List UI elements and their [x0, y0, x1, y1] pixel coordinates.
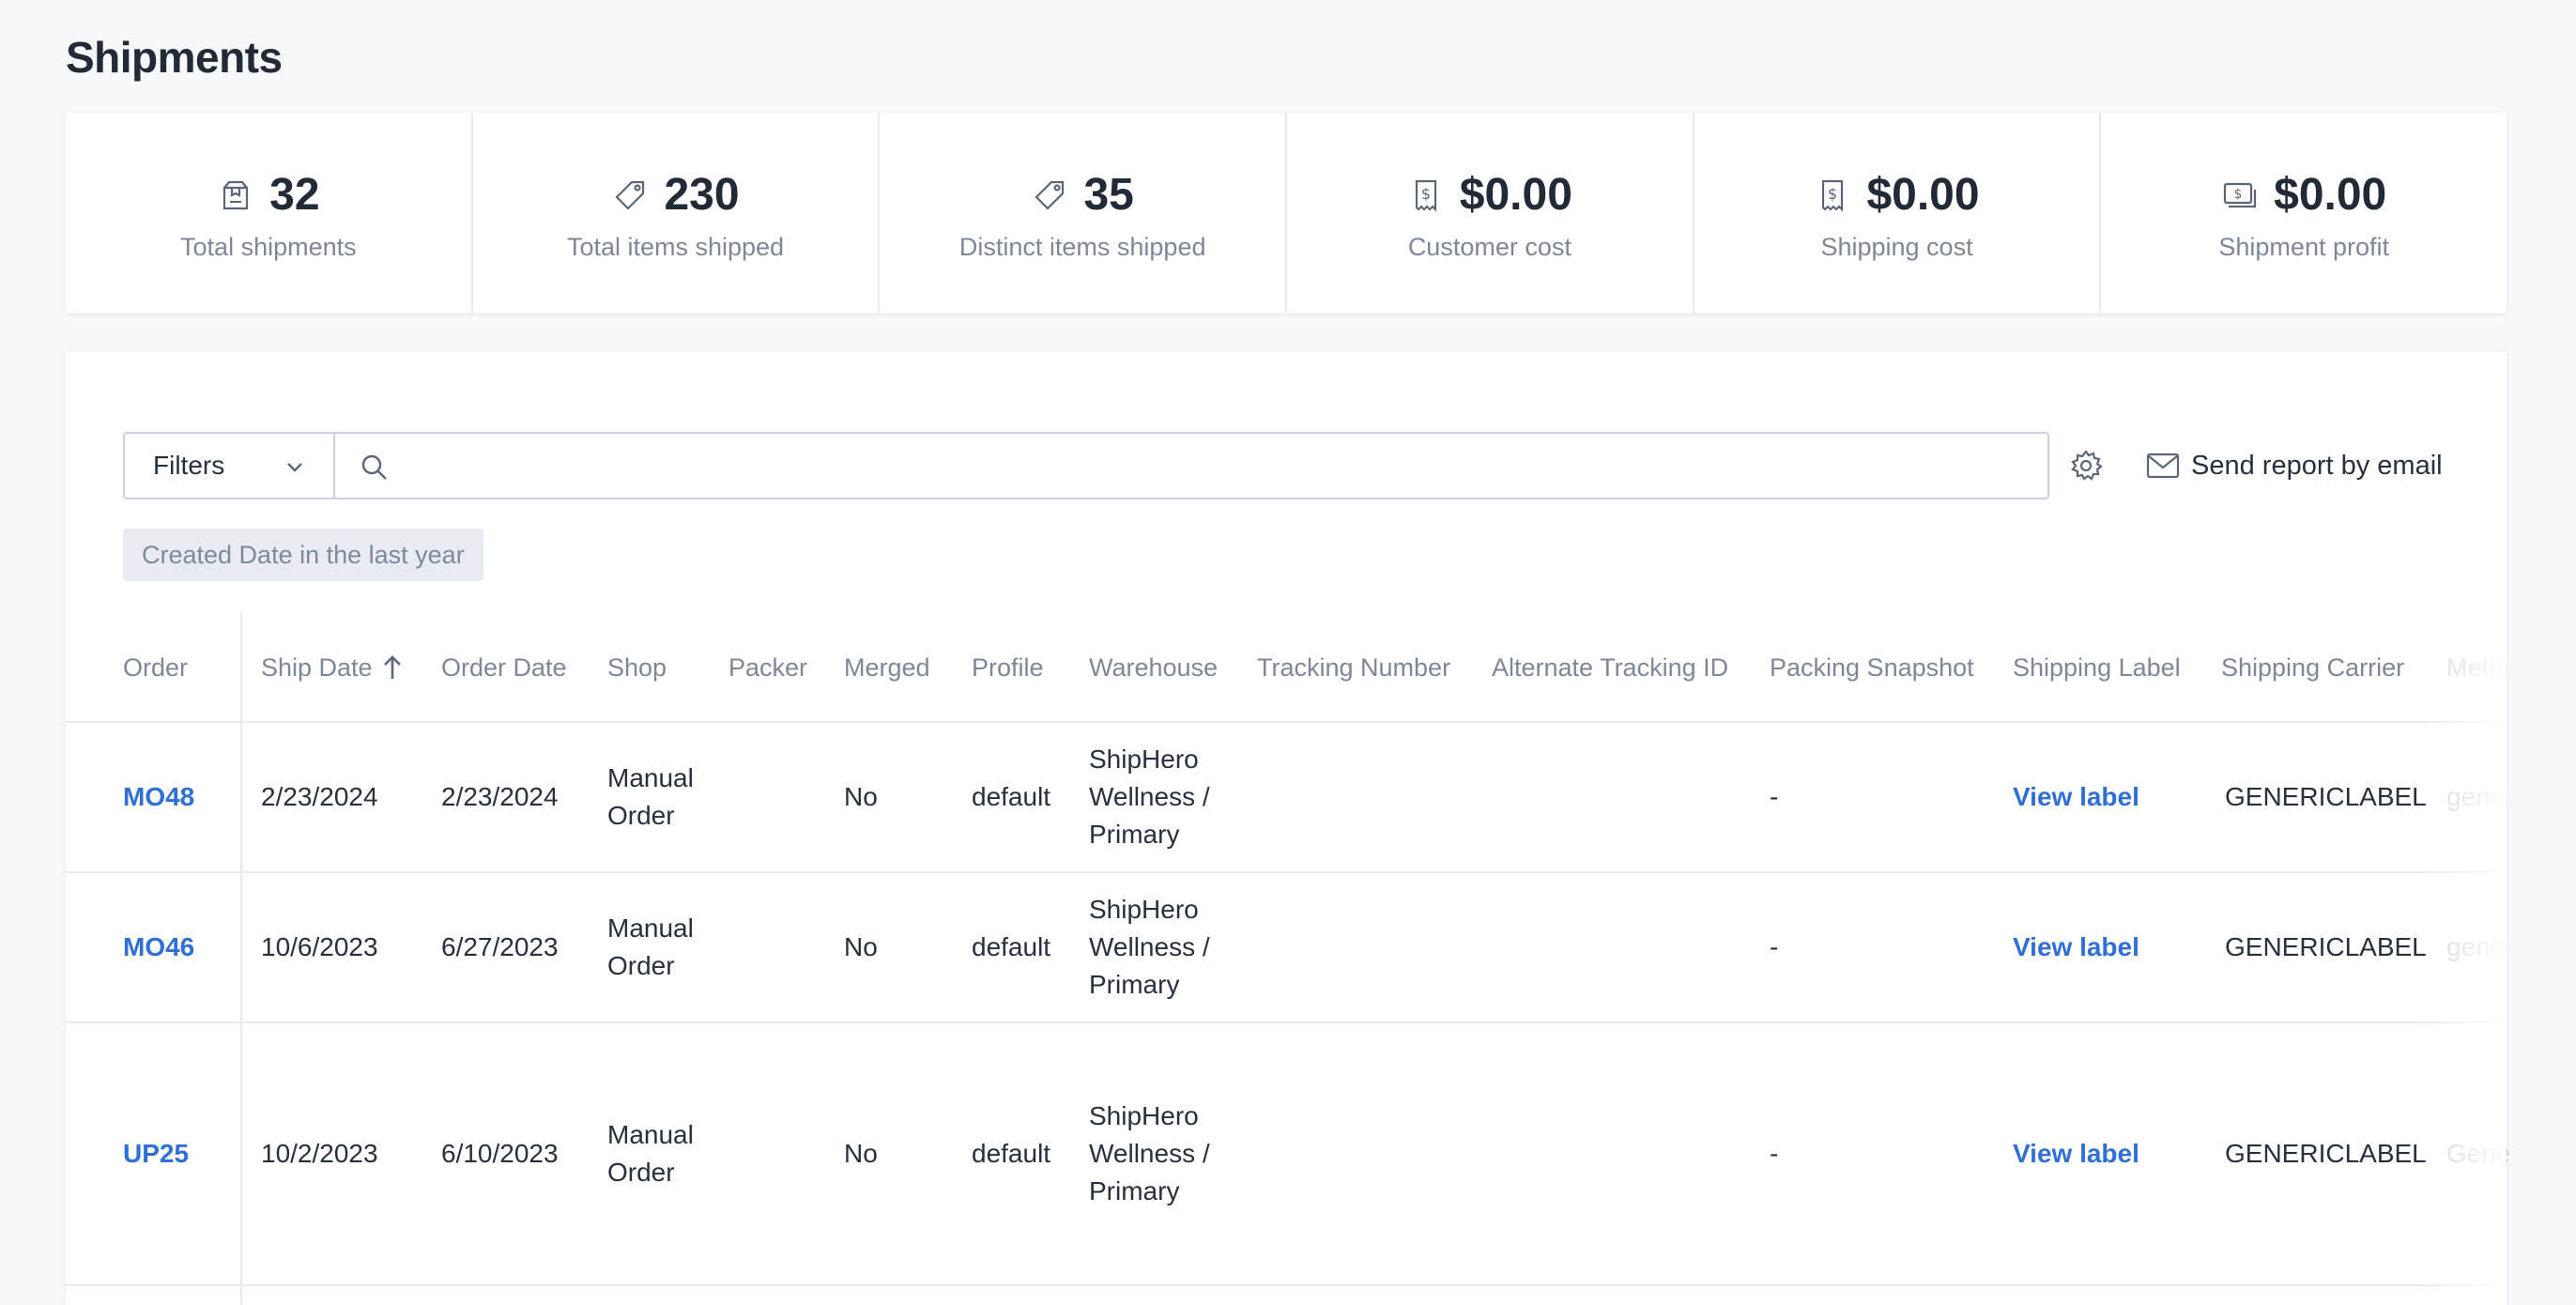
stat-shipping-cost: $ $0.00 Shipping cost [1694, 113, 2102, 314]
search-icon [361, 454, 387, 480]
column-header-packing-snapshot[interactable]: Packing Snapshot [1770, 612, 1974, 723]
merged-cell: No [844, 782, 878, 811]
package-icon [217, 177, 254, 214]
column-header-order-date[interactable]: Order Date [441, 612, 567, 723]
stat-value: $0.00 [1459, 170, 1572, 220]
shipments-panel: Filters Send report by email Created Dat… [66, 352, 2511, 1305]
packing-snapshot-cell: - [1770, 932, 1779, 961]
order-date-cell: 6/27/2023 [441, 932, 559, 961]
shop-cell: Manual Order [607, 1120, 694, 1187]
stat-value: 32 [269, 170, 320, 220]
stat-label: Customer cost [1407, 232, 1572, 261]
column-header-packer[interactable]: Packer [728, 612, 807, 723]
ship-date-cell: 10/6/2023 [261, 932, 378, 961]
profile-cell: default [972, 782, 1051, 811]
shipping-carrier-cell: GENERICLABEL [2225, 1139, 2427, 1168]
order-date-cell: 2/23/2024 [441, 782, 559, 811]
page-title: Shipments [66, 33, 283, 82]
order-link[interactable]: MO48 [123, 723, 194, 871]
stat-distinct-items-shipped: 35 Distinct items shipped [880, 113, 1288, 314]
merged-cell: No [844, 932, 878, 961]
svg-text:$: $ [2234, 187, 2243, 202]
column-header-shop[interactable]: Shop [607, 612, 667, 723]
column-header-profile[interactable]: Profile [972, 612, 1044, 723]
stat-label: Total items shipped [566, 232, 785, 261]
stat-value: 230 [664, 170, 740, 220]
ship-date-cell: 2/23/2024 [261, 782, 378, 811]
ship-date-cell: 10/2/2023 [261, 1139, 378, 1168]
svg-text:$: $ [1828, 185, 1837, 203]
tag-icon [1031, 177, 1068, 214]
stat-value: $0.00 [1866, 170, 1980, 220]
view-label-link[interactable]: View label [2013, 873, 2139, 1021]
stat-customer-cost: $ $0.00 Customer cost [1287, 113, 1694, 314]
stat-total-shipments: 32 Total shipments [66, 113, 473, 314]
column-header-order[interactable]: Order [123, 612, 188, 723]
table-row[interactable]: MO46 10/6/2023 6/27/2023 Manual Order No … [66, 873, 2507, 1023]
stat-label: Distinct items shipped [958, 232, 1206, 261]
packing-snapshot-cell: - [1770, 1139, 1779, 1168]
stat-shipment-profit: $ $0.00 Shipment profit [2101, 113, 2507, 314]
stat-total-items-shipped: 230 Total items shipped [473, 113, 881, 314]
method-cell: Gene [2446, 1139, 2511, 1168]
profile-cell: default [972, 1139, 1051, 1168]
stats-bar: 32 Total shipments 230 Total items shipp… [66, 113, 2507, 314]
receipt-dollar-icon: $ [1407, 177, 1445, 214]
shop-cell: Manual Order [607, 914, 694, 980]
table-row[interactable]: UP25 10/2/2023 6/10/2023 Manual Order No … [66, 1023, 2511, 1286]
stat-label: Shipping cost [1820, 232, 1973, 261]
gear-icon[interactable] [2069, 449, 2103, 483]
warehouse-cell: ShipHero Wellness / Primary [1089, 745, 1210, 849]
column-header-shipping-carrier[interactable]: Shipping Carrier [2221, 612, 2404, 723]
stat-label: Total shipments [180, 232, 357, 261]
stat-label: Shipment profit [2218, 232, 2389, 261]
view-label-link[interactable]: View label [2013, 723, 2139, 871]
tag-icon [611, 177, 649, 214]
mail-icon [2146, 453, 2180, 479]
search-box [333, 432, 2049, 499]
filters-dropdown[interactable]: Filters [123, 432, 335, 499]
method-cell: gene [2446, 932, 2506, 961]
shipping-carrier-cell: GENERICLABEL [2225, 782, 2427, 811]
filters-label: Filters [153, 451, 225, 480]
warehouse-cell: ShipHero Wellness / Primary [1089, 895, 1210, 999]
table-header: Order Ship Date Order Date Shop Packer M… [66, 612, 2507, 723]
merged-cell: No [844, 1139, 878, 1168]
column-header-alternate-tracking-id[interactable]: Alternate Tracking ID [1492, 612, 1728, 723]
chevron-down-icon [287, 463, 302, 472]
table-row[interactable]: MO48 2/23/2024 2/23/2024 Manual Order No … [66, 723, 2507, 873]
stat-value: $0.00 [2274, 170, 2387, 220]
view-label-link[interactable]: View label [2013, 1023, 2139, 1284]
order-link[interactable]: MO46 [123, 873, 194, 1021]
search-input[interactable] [401, 441, 2034, 490]
order-link[interactable]: UP25 [123, 1023, 189, 1284]
order-date-cell: 6/10/2023 [441, 1139, 559, 1168]
column-header-method[interactable]: Meth [2446, 612, 2503, 723]
packing-snapshot-cell: - [1770, 782, 1779, 811]
shipments-table: Order Ship Date Order Date Shop Packer M… [66, 612, 2511, 1286]
column-header-shipping-label[interactable]: Shipping Label [2013, 612, 2181, 723]
column-header-merged[interactable]: Merged [844, 612, 930, 723]
warehouse-cell: ShipHero Wellness / Primary [1089, 1101, 1210, 1205]
method-cell: gene [2446, 782, 2506, 811]
toolbar: Filters Send report by email [123, 432, 2507, 499]
sort-arrow-up-icon [383, 655, 401, 679]
cash-icon: $ [2221, 177, 2259, 214]
stat-value: 35 [1083, 170, 1134, 220]
column-header-ship-date[interactable]: Ship Date [261, 612, 405, 723]
active-filter-chip[interactable]: Created Date in the last year [123, 529, 483, 581]
column-header-warehouse[interactable]: Warehouse [1089, 612, 1218, 723]
svg-text:$: $ [1421, 185, 1431, 203]
column-header-tracking-number[interactable]: Tracking Number [1257, 612, 1450, 723]
profile-cell: default [972, 932, 1051, 961]
receipt-dollar-icon: $ [1814, 177, 1851, 214]
shipping-carrier-cell: GENERICLABEL [2225, 932, 2427, 961]
send-report-email-label: Send report by email [2191, 450, 2443, 481]
send-report-email-button[interactable]: Send report by email [2146, 432, 2443, 499]
sticky-column-divider [240, 612, 242, 1305]
shop-cell: Manual Order [607, 763, 694, 830]
